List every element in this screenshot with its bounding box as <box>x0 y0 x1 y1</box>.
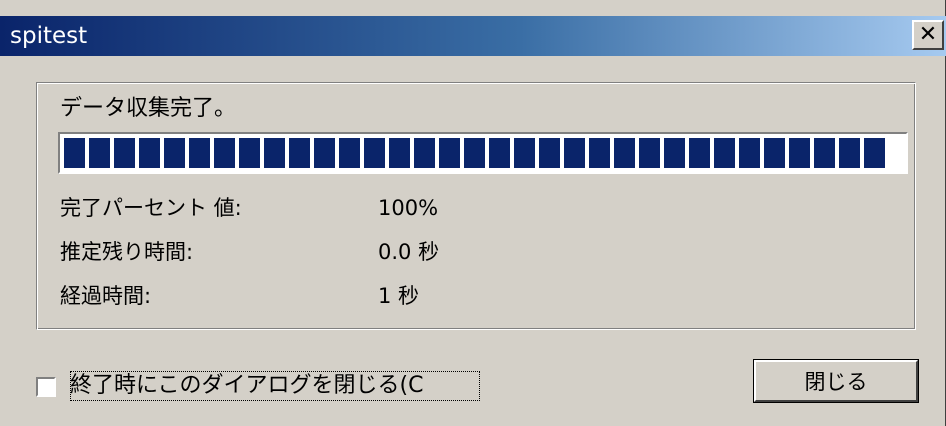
progress-block <box>814 138 835 168</box>
remaining-time-value: 0.0 秒 <box>378 240 440 264</box>
progress-block <box>689 138 710 168</box>
progress-block <box>314 138 335 168</box>
progress-block <box>89 138 110 168</box>
progress-block <box>164 138 185 168</box>
percent-value: 100% <box>378 196 439 220</box>
progress-block <box>64 138 85 168</box>
progress-block <box>339 138 360 168</box>
status-message: データ収集完了。 <box>60 96 237 121</box>
progress-block <box>789 138 810 168</box>
title-close-button[interactable]: ✕ <box>912 20 944 50</box>
progress-block <box>389 138 410 168</box>
progress-block <box>489 138 510 168</box>
elapsed-time-label: 経過時間: <box>60 284 152 308</box>
progress-block <box>414 138 435 168</box>
close-button[interactable]: 閉じる <box>754 360 918 402</box>
progress-block <box>239 138 260 168</box>
progress-block <box>839 138 860 168</box>
progress-block <box>114 138 135 168</box>
progress-block <box>514 138 535 168</box>
close-on-finish-checkbox[interactable] <box>36 377 56 397</box>
progress-fill <box>64 138 885 168</box>
window-title: spitest <box>10 23 88 49</box>
progress-block <box>564 138 585 168</box>
progress-block <box>214 138 235 168</box>
progress-bar <box>58 132 908 174</box>
close-on-finish-label[interactable]: 終了時にこのダイアログを閉じる(C <box>70 371 480 401</box>
progress-block <box>439 138 460 168</box>
progress-block <box>714 138 735 168</box>
close-icon: ✕ <box>918 22 938 47</box>
elapsed-time-value: 1 秒 <box>378 284 420 308</box>
percent-label: 完了パーセント 値: <box>60 196 242 220</box>
progress-block <box>664 138 685 168</box>
progress-block <box>189 138 210 168</box>
progress-block <box>614 138 635 168</box>
progress-block <box>539 138 560 168</box>
progress-block <box>464 138 485 168</box>
progress-block <box>639 138 660 168</box>
progress-block <box>739 138 760 168</box>
progress-block <box>139 138 160 168</box>
progress-block <box>364 138 385 168</box>
progress-block <box>864 138 885 168</box>
progress-block <box>589 138 610 168</box>
dialog-window: spitest ✕ データ収集完了。 完了パーセント 値: 100% 推定残り時… <box>0 0 946 426</box>
remaining-time-label: 推定残り時間: <box>60 240 194 264</box>
progress-block <box>289 138 310 168</box>
progress-block <box>264 138 285 168</box>
title-bar[interactable]: spitest ✕ <box>0 16 946 56</box>
progress-block <box>764 138 785 168</box>
